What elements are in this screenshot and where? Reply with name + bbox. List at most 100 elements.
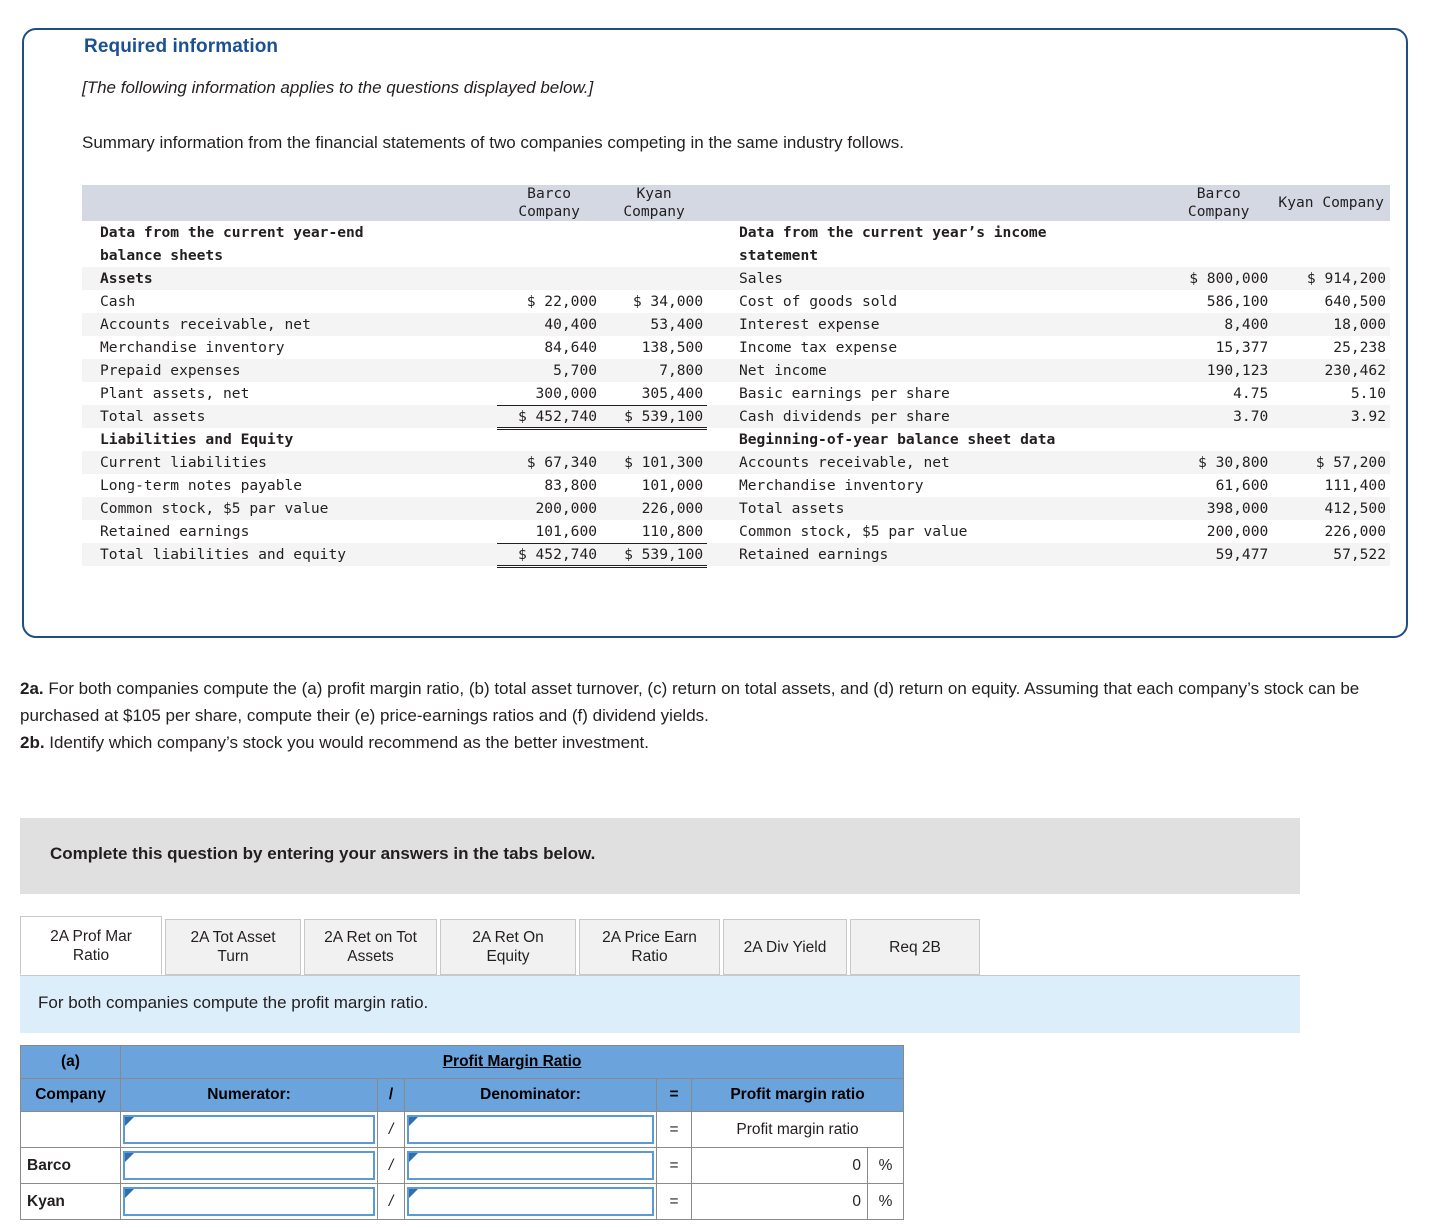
summary-text: Summary information from the financial s… <box>82 133 905 152</box>
answer-table-title: Profit Margin Ratio <box>119 1045 905 1079</box>
header-blank-right <box>720 185 1166 222</box>
table-row: Plant assets, net 300,000 305,400 Basic … <box>82 382 1390 406</box>
row-barco-right: 190,123 <box>1165 359 1273 383</box>
slash-cell: / <box>377 1111 405 1148</box>
table-row: / = Profit margin ratio <box>20 1111 905 1148</box>
part-label: (a) <box>20 1045 121 1079</box>
spacer-cell <box>707 474 721 497</box>
row-label: Assets <box>82 267 498 291</box>
equals-cell: = <box>656 1111 692 1148</box>
profit-margin-answer-grid: (a) Profit Margin Ratio Company Numerato… <box>20 1045 915 1220</box>
row-barco: 200,000 <box>497 497 602 521</box>
header-kyan-left-line1: Kyan <box>636 185 672 202</box>
row-barco: 101,600 <box>497 520 602 544</box>
row-label: Accounts receivable, net <box>82 313 498 337</box>
denominator-cell-barco[interactable] <box>404 1147 657 1184</box>
header-barco-left-line2: Company <box>518 203 580 221</box>
row-barco-right <box>1165 221 1272 244</box>
table-row: Prepaid expenses 5,700 7,800 Net income … <box>82 359 1390 383</box>
numerator-cell-kyan[interactable] <box>120 1183 378 1220</box>
row-label-right: Beginning-of-year balance sheet data <box>738 431 1056 449</box>
tab-req-2b[interactable]: Req 2B <box>850 919 980 975</box>
table-row: Kyan / = 0 % <box>20 1183 905 1220</box>
answer-column-header-row: Company Numerator: / Denominator: = Prof… <box>20 1078 905 1112</box>
spacer-cell <box>707 313 721 337</box>
row-barco: 40,400 <box>497 313 602 337</box>
question-2a-body: For both companies compute the (a) profi… <box>20 679 1360 725</box>
percent-sign-barco: % <box>866 1147 905 1184</box>
row-barco: 300,000 <box>497 382 602 406</box>
header-kyan-left: Kyan Company <box>601 185 708 222</box>
table-row: Total liabilities and equity $ 452,740 $… <box>82 543 1390 568</box>
tab-2a-tot-asset-turn[interactable]: 2A Tot Asset Turn <box>165 919 301 975</box>
col-equals: = <box>656 1078 692 1112</box>
header-barco-left: Barco Company <box>497 185 602 222</box>
row-barco: $ 452,740 <box>497 405 602 430</box>
tab-2a-prof-mar-ratio[interactable]: 2A Prof Mar Ratio <box>20 916 162 975</box>
question-2a-label: 2a. <box>20 679 44 698</box>
header-barco-left-line1: Barco <box>527 185 572 202</box>
row-label-right: Merchandise inventory <box>738 477 924 495</box>
numerator-input-kyan[interactable] <box>123 1187 375 1216</box>
slash-cell-kyan: / <box>377 1183 405 1220</box>
row-barco: 84,640 <box>544 339 598 357</box>
row-barco-right: 200,000 <box>1206 523 1269 541</box>
tab-2a-ret-on-equity[interactable]: 2A Ret On Equity <box>440 919 576 975</box>
tab-2a-ret-on-tot-assets[interactable]: 2A Ret on Tot Assets <box>304 919 437 975</box>
row-label-right: statement <box>738 247 819 265</box>
table-row: Liabilities and Equity Beginning-of-year… <box>82 428 1390 451</box>
spacer-cell <box>707 244 721 267</box>
row-barco: $ 452,740 <box>497 543 602 568</box>
tab-2a-div-yield[interactable]: 2A Div Yield <box>723 919 847 975</box>
row-kyan-right: $ 57,200 <box>1272 451 1390 475</box>
tab-2a-price-earn-ratio[interactable]: 2A Price Earn Ratio <box>579 919 720 975</box>
row-kyan: 101,000 <box>641 477 704 495</box>
spacer-cell <box>707 451 721 475</box>
row-kyan: $ 539,100 <box>601 405 708 430</box>
denominator-cell-kyan[interactable] <box>404 1183 657 1220</box>
spacer-cell <box>707 405 721 429</box>
table-row: Cash $ 22,000 $ 34,000 Cost of goods sol… <box>82 290 1390 313</box>
row-label: Cash <box>100 293 136 311</box>
table-row: Retained earnings 101,600 110,800 Common… <box>82 520 1390 544</box>
row-kyan-right: 230,462 <box>1272 359 1390 383</box>
instruction-strip: For both companies compute the profit ma… <box>20 975 1300 1033</box>
row-barco-right: 61,600 <box>1215 477 1269 495</box>
answer-tabs: 2A Prof Mar Ratio 2A Tot Asset Turn 2A R… <box>20 916 1300 975</box>
spacer-cell <box>707 520 721 543</box>
row-kyan <box>601 267 708 291</box>
denominator-cell[interactable] <box>404 1111 657 1148</box>
row-barco: 5,700 <box>497 359 602 383</box>
question-2b-label: 2b. <box>20 733 45 752</box>
denominator-input[interactable] <box>407 1115 654 1144</box>
col-result: Profit margin ratio <box>690 1078 905 1112</box>
table-row: Common stock, $5 par value 200,000 226,0… <box>82 497 1390 521</box>
row-barco-right: $ 800,000 <box>1165 267 1273 291</box>
row-kyan: $ 101,300 <box>601 451 708 475</box>
numerator-input[interactable] <box>123 1115 375 1144</box>
row-barco-right: 586,100 <box>1206 293 1269 311</box>
numerator-cell-barco[interactable] <box>120 1147 378 1184</box>
row-barco-right: 15,377 <box>1215 339 1269 357</box>
row-label-right: Interest expense <box>720 313 1166 337</box>
numerator-cell[interactable] <box>120 1111 378 1148</box>
denominator-input-barco[interactable] <box>407 1151 654 1180</box>
row-kyan-right: 5.10 <box>1350 385 1386 403</box>
question-text: 2a. For both companies compute the (a) p… <box>20 675 1420 756</box>
numerator-input-barco[interactable] <box>123 1151 375 1180</box>
header-barco-right-line2: Company <box>1187 203 1250 221</box>
row-barco: $ 67,340 <box>497 451 602 475</box>
row-kyan: 7,800 <box>601 359 708 383</box>
spacer-cell <box>707 359 721 383</box>
row-kyan-right: 25,238 <box>1333 339 1386 357</box>
row-kyan: 226,000 <box>601 497 708 521</box>
equals-cell-barco: = <box>656 1147 692 1184</box>
header-blank-left <box>82 185 498 222</box>
denominator-input-kyan[interactable] <box>407 1187 654 1216</box>
row-label: Common stock, $5 par value <box>82 497 498 521</box>
col-company: Company <box>20 1078 121 1112</box>
percent-sign-kyan: % <box>866 1183 905 1220</box>
header-kyan-right: Kyan Company <box>1272 185 1390 222</box>
row-label-right: Accounts receivable, net <box>720 451 1166 475</box>
row-label: Total assets <box>82 405 498 429</box>
